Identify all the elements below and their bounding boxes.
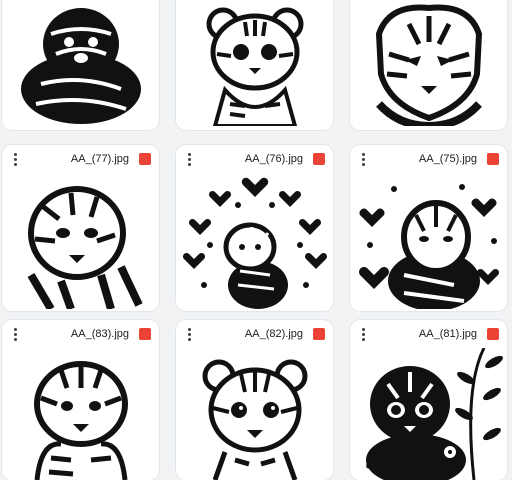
file-name: AA_(82).jpg <box>244 328 303 340</box>
file-thumbnail[interactable] <box>350 0 507 130</box>
tiger-cub-image <box>33 361 128 480</box>
image-icon <box>139 153 151 165</box>
file-card[interactable] <box>176 0 333 130</box>
file-thumbnail[interactable] <box>176 348 333 480</box>
card-header: AA_(76).jpg <box>176 145 333 173</box>
image-icon <box>313 328 325 340</box>
file-name: AA_(83).jpg <box>70 328 129 340</box>
image-icon <box>487 328 499 340</box>
more-options-icon[interactable] <box>184 326 194 342</box>
more-options-icon[interactable] <box>10 151 20 167</box>
image-icon <box>487 153 499 165</box>
card-header: AA_(83).jpg <box>2 320 159 348</box>
file-thumbnail[interactable] <box>2 0 159 130</box>
file-thumbnail[interactable] <box>2 173 159 311</box>
tiger-image <box>375 4 482 126</box>
file-card[interactable]: AA_(77).jpg <box>2 145 159 311</box>
file-name: AA_(76).jpg <box>244 153 303 165</box>
more-options-icon[interactable] <box>10 326 20 342</box>
file-thumbnail[interactable] <box>350 348 507 480</box>
tiger-cub-image <box>20 8 141 124</box>
file-card[interactable]: AA_(82).jpg <box>176 320 333 480</box>
file-card[interactable] <box>350 0 507 130</box>
more-options-icon[interactable] <box>184 151 194 167</box>
card-header: AA_(77).jpg <box>2 145 159 173</box>
file-thumbnail[interactable] <box>176 0 333 130</box>
tiger-cub-image <box>206 7 303 126</box>
file-card[interactable]: AA_(75).jpg <box>350 145 507 311</box>
file-thumbnail[interactable] <box>176 173 333 311</box>
more-options-icon[interactable] <box>358 151 368 167</box>
tiger-hearts-image <box>182 177 327 309</box>
file-card[interactable]: AA_(83).jpg <box>2 320 159 480</box>
file-card[interactable] <box>2 0 159 130</box>
card-header: AA_(75).jpg <box>350 145 507 173</box>
file-name: AA_(75).jpg <box>418 153 477 165</box>
image-icon <box>313 153 325 165</box>
tiger-hearts-image <box>358 184 499 309</box>
image-icon <box>139 328 151 340</box>
card-header: AA_(82).jpg <box>176 320 333 348</box>
file-name: AA_(77).jpg <box>70 153 129 165</box>
file-name: AA_(81).jpg <box>418 328 477 340</box>
tiger-cub-image <box>202 359 307 480</box>
file-card[interactable]: AA_(76).jpg <box>176 145 333 311</box>
more-options-icon[interactable] <box>358 326 368 342</box>
tiger-cub-image <box>27 186 143 309</box>
file-thumbnail[interactable] <box>2 348 159 480</box>
card-header: AA_(81).jpg <box>350 320 507 348</box>
tiger-cub-leaves-image <box>365 348 503 480</box>
file-card[interactable]: AA_(81).jpg <box>350 320 507 480</box>
file-thumbnail[interactable] <box>350 173 507 311</box>
